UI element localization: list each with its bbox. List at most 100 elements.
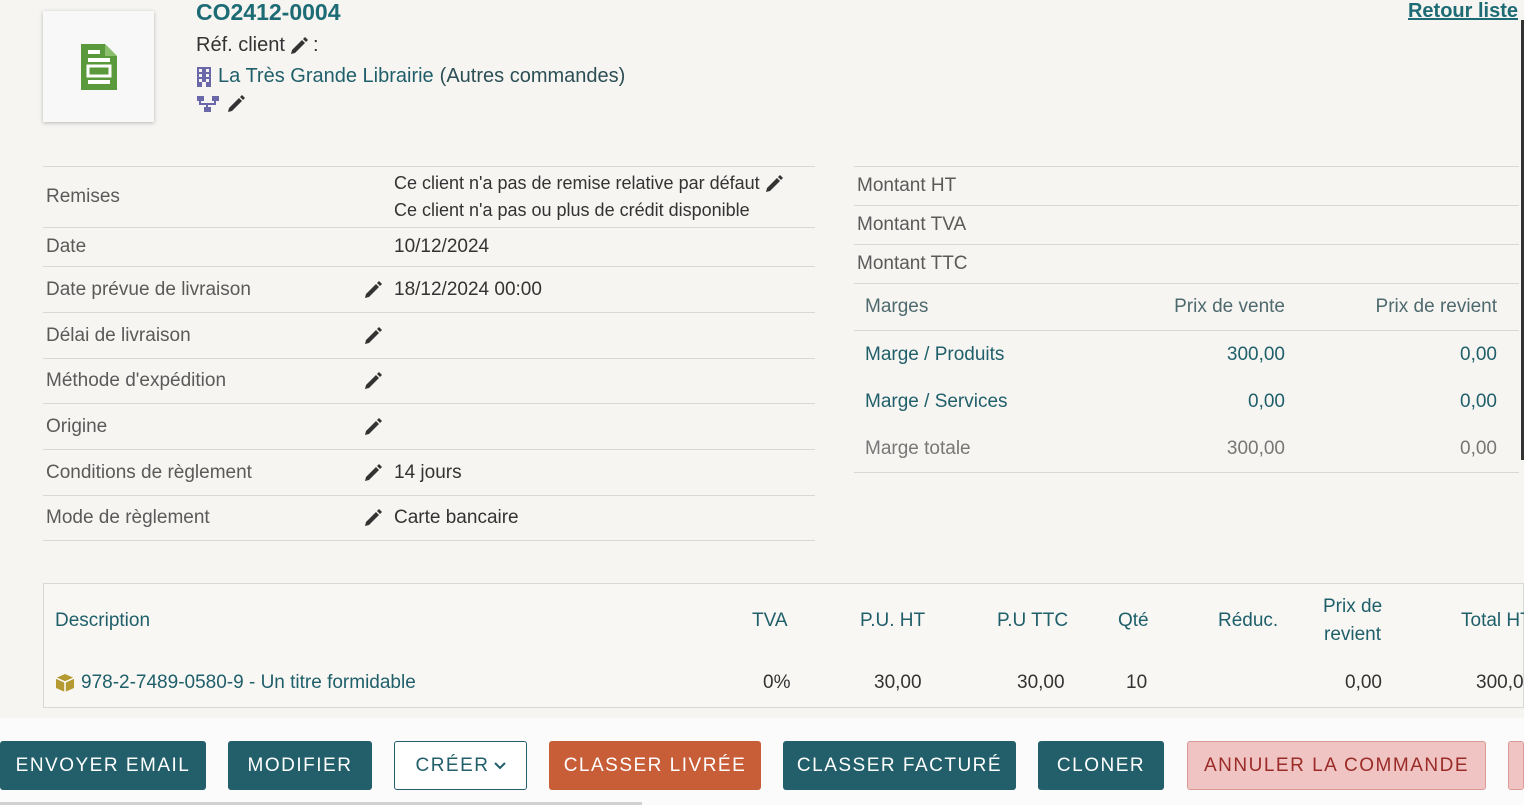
amounts-table: Montant HT Montant TVA Montant TTC Marge… xyxy=(854,166,1519,473)
montant-tva-row: Montant TVA xyxy=(854,205,1519,244)
marge-vente: 300,00 xyxy=(1226,343,1285,365)
line-prix-revient: 0,00 xyxy=(1345,672,1382,693)
row-remises: Remises Ce client n'a pas de remise rela… xyxy=(43,167,815,228)
date-livraison-value: 18/12/2024 00:00 xyxy=(394,278,542,300)
marge-services-row: Marge / Services 0,00 0,00 xyxy=(854,378,1519,425)
document-icon xyxy=(80,43,117,90)
row-conditions: Conditions de règlement 14 jours xyxy=(43,450,815,496)
modify-button[interactable]: MODIFIER xyxy=(228,741,372,790)
pencil-icon[interactable] xyxy=(363,463,383,483)
marge-label: Marge totale xyxy=(865,437,971,459)
order-ref: CO2412-0004 xyxy=(196,0,341,25)
row-delai: Délai de livraison xyxy=(43,313,815,359)
pencil-icon[interactable] xyxy=(363,417,383,437)
remise-credit-text: Ce client n'a pas ou plus de crédit disp… xyxy=(394,200,750,220)
prix-vente-head: Prix de vente xyxy=(1174,296,1285,317)
row-mode: Mode de règlement Carte bancaire xyxy=(43,496,815,541)
remise-relative-text: Ce client n'a pas de remise relative par… xyxy=(394,173,760,193)
row-date: Date 10/12/2024 xyxy=(43,228,815,267)
montant-tva-label: Montant TVA xyxy=(857,214,967,235)
line-description[interactable]: 978-2-7489-0580-9 - Un titre formidable xyxy=(55,672,416,694)
send-email-button[interactable]: ENVOYER EMAIL xyxy=(0,741,206,790)
col-qte: Qté xyxy=(1118,610,1149,631)
create-label: CRÉER xyxy=(415,754,490,776)
marges-table: Marges Prix de vente Prix de revient Mar… xyxy=(854,283,1519,473)
row-date-livraison: Date prévue de livraison 18/12/2024 00:0… xyxy=(43,267,815,313)
marge-label: Marge / Services xyxy=(865,390,1008,412)
conditions-label: Conditions de règlement xyxy=(46,461,252,483)
marge-produits-row: Marge / Produits 300,00 0,00 xyxy=(854,331,1519,378)
prix-revient-head: Prix de revient xyxy=(1375,296,1497,317)
pencil-icon[interactable] xyxy=(363,326,383,346)
montant-ht-row: Montant HT xyxy=(854,166,1519,205)
project-tree-icon[interactable] xyxy=(196,94,220,114)
montant-ht-label: Montant HT xyxy=(857,175,957,196)
col-prix-revient-2: revient xyxy=(1324,624,1382,645)
order-header: CO2412-0004 Réf. client : La Très Grande… xyxy=(196,0,625,114)
line-tva: 0% xyxy=(763,672,791,693)
col-prix-revient-1: Prix de xyxy=(1323,596,1383,617)
marge-vente: 0,00 xyxy=(1248,390,1285,412)
row-origine: Origine xyxy=(43,404,815,450)
line-qte: 10 xyxy=(1126,672,1148,693)
row-methode: Méthode d'expédition xyxy=(43,359,815,404)
montant-ttc-row: Montant TTC xyxy=(854,244,1519,283)
order-thumbnail xyxy=(43,11,154,122)
company-link[interactable]: La Très Grande Librairie xyxy=(218,65,434,88)
pencil-icon[interactable] xyxy=(363,280,383,300)
col-tva: TVA xyxy=(752,610,788,631)
marge-revient: 0,00 xyxy=(1460,343,1497,365)
product-box-icon xyxy=(55,674,75,692)
line-pu-ht: 30,00 xyxy=(874,672,922,693)
pencil-icon[interactable] xyxy=(363,508,383,528)
classify-billed-button[interactable]: CLASSER FACTURÉ xyxy=(783,741,1016,790)
date-label: Date xyxy=(46,236,87,257)
chevron-down-icon xyxy=(493,761,506,769)
marge-vente: 300,00 xyxy=(1226,437,1285,459)
line-pu-ttc: 30,00 xyxy=(1017,672,1065,693)
col-reduc: Réduc. xyxy=(1218,610,1279,631)
delete-button-partial[interactable] xyxy=(1508,741,1524,790)
line-total: 300,00 xyxy=(1476,672,1524,693)
cancel-order-button[interactable]: ANNULER LA COMMANDE xyxy=(1187,741,1486,790)
marges-head: Marges xyxy=(865,296,929,317)
clone-button[interactable]: CLONER xyxy=(1038,741,1164,790)
methode-label: Méthode d'expédition xyxy=(46,370,227,391)
montant-ttc-label: Montant TTC xyxy=(857,253,968,274)
marge-revient: 0,00 xyxy=(1460,390,1497,412)
col-pu-ttc: P.U TTC xyxy=(997,610,1069,631)
marges-header: Marges Prix de vente Prix de revient xyxy=(854,284,1519,331)
marge-totale-row: Marge totale 300,00 0,00 xyxy=(854,425,1519,472)
company-suffix: (Autres commandes) xyxy=(439,65,626,87)
marge-label: Marge / Produits xyxy=(865,343,1005,365)
pencil-icon[interactable] xyxy=(289,36,309,56)
marge-revient: 0,00 xyxy=(1460,437,1497,459)
building-icon xyxy=(197,66,211,87)
date-value: 10/12/2024 xyxy=(394,236,490,257)
order-lines-table: Description TVA P.U. HT P.U TTC Qté Rédu… xyxy=(43,583,1524,708)
project-row xyxy=(196,94,625,114)
company-line: La Très Grande Librairie (Autres command… xyxy=(196,65,625,88)
ref-client-label: Réf. client xyxy=(196,34,285,56)
col-pu-ht: P.U. HT xyxy=(860,610,926,631)
col-total: Total HT xyxy=(1461,610,1524,631)
action-bar: ENVOYER EMAIL MODIFIER CRÉER CLASSER LIV… xyxy=(0,718,1524,805)
col-description: Description xyxy=(55,610,151,631)
order-info-table: Remises Ce client n'a pas de remise rela… xyxy=(43,166,815,541)
origine-label: Origine xyxy=(46,415,108,437)
pencil-icon[interactable] xyxy=(226,94,246,114)
date-livraison-label: Date prévue de livraison xyxy=(46,278,251,300)
classify-delivered-button[interactable]: CLASSER LIVRÉE xyxy=(549,741,761,790)
mode-value: Carte bancaire xyxy=(394,507,519,528)
line-description-text[interactable]: 978-2-7489-0580-9 - Un titre formidable xyxy=(81,672,416,694)
pencil-icon[interactable] xyxy=(764,174,784,194)
pencil-icon[interactable] xyxy=(363,371,383,391)
remises-label: Remises xyxy=(46,186,120,207)
back-to-list-link[interactable]: Retour liste xyxy=(1408,0,1518,23)
create-dropdown-button[interactable]: CRÉER xyxy=(394,741,527,790)
ref-client-sep: : xyxy=(312,34,319,56)
conditions-value: 14 jours xyxy=(394,461,462,483)
mode-label: Mode de règlement xyxy=(46,507,210,528)
delai-label: Délai de livraison xyxy=(46,324,191,346)
ref-client: Réf. client : xyxy=(196,34,625,57)
